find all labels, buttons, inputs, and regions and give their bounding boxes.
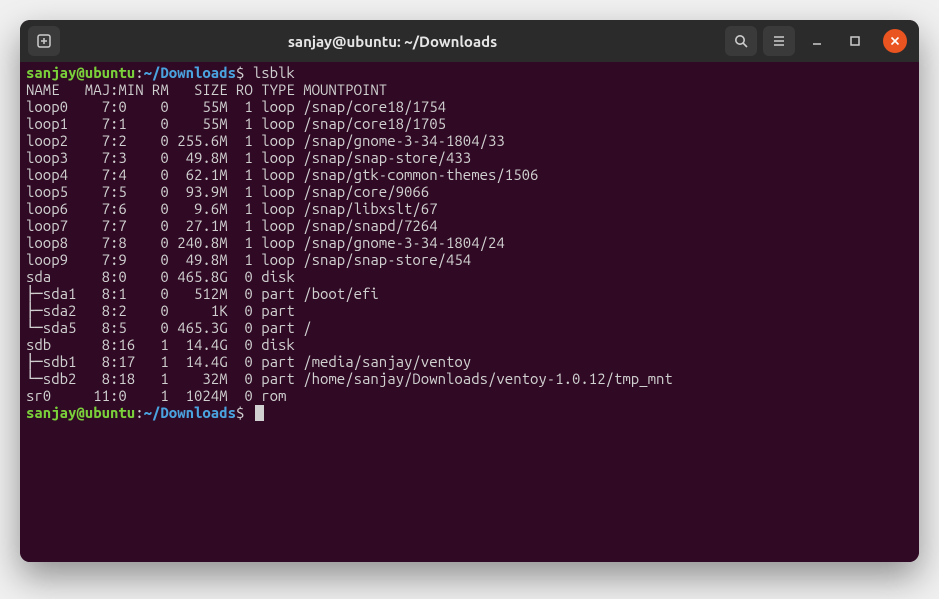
lsblk-header: NAME MAJ:MIN RM SIZE RO TYPE MOUNTPOINT	[26, 81, 913, 98]
cursor	[255, 405, 264, 421]
minimize-button[interactable]	[801, 26, 833, 56]
lsblk-row: loop9 7:9 0 49.8M 1 loop /snap/snap-stor…	[26, 251, 913, 268]
terminal-window: sanjay@ubuntu: ~/Downloads	[20, 20, 919, 562]
lsblk-row: sr0 11:0 1 1024M 0 rom	[26, 387, 913, 404]
lsblk-row: ├─sda2 8:2 0 1K 0 part	[26, 302, 913, 319]
lsblk-row: ├─sda1 8:1 0 512M 0 part /boot/efi	[26, 285, 913, 302]
menu-button[interactable]	[763, 26, 795, 56]
lsblk-row: loop1 7:1 0 55M 1 loop /snap/core18/1705	[26, 115, 913, 132]
lsblk-row: loop0 7:0 0 55M 1 loop /snap/core18/1754	[26, 98, 913, 115]
prompt-line-1: sanjay@ubuntu:~/Downloads$ lsblk	[26, 64, 913, 81]
lsblk-row: loop3 7:3 0 49.8M 1 loop /snap/snap-stor…	[26, 149, 913, 166]
lsblk-output: loop0 7:0 0 55M 1 loop /snap/core18/1754…	[26, 98, 913, 404]
lsblk-row: loop4 7:4 0 62.1M 1 loop /snap/gtk-commo…	[26, 166, 913, 183]
window-title: sanjay@ubuntu: ~/Downloads	[66, 33, 719, 50]
lsblk-row: ├─sdb1 8:17 1 14.4G 0 part /media/sanjay…	[26, 353, 913, 370]
lsblk-row: sdb 8:16 1 14.4G 0 disk	[26, 336, 913, 353]
search-button[interactable]	[725, 26, 757, 56]
lsblk-row: sda 8:0 0 465.8G 0 disk	[26, 268, 913, 285]
new-tab-button[interactable]	[28, 26, 60, 56]
prompt-line-2: sanjay@ubuntu:~/Downloads$	[26, 404, 913, 421]
command-text: lsblk	[253, 64, 295, 81]
lsblk-row: loop5 7:5 0 93.9M 1 loop /snap/core/9066	[26, 183, 913, 200]
lsblk-row: loop2 7:2 0 255.6M 1 loop /snap/gnome-3-…	[26, 132, 913, 149]
title-bar: sanjay@ubuntu: ~/Downloads	[20, 20, 919, 62]
prompt-user-host: sanjay@ubuntu	[26, 64, 135, 81]
lsblk-row: loop8 7:8 0 240.8M 1 loop /snap/gnome-3-…	[26, 234, 913, 251]
terminal-body[interactable]: sanjay@ubuntu:~/Downloads$ lsblk NAME MA…	[20, 62, 919, 562]
lsblk-row: └─sdb2 8:18 1 32M 0 part /home/sanjay/Do…	[26, 370, 913, 387]
maximize-button[interactable]	[839, 26, 871, 56]
close-button[interactable]	[883, 29, 907, 53]
lsblk-row: └─sda5 8:5 0 465.3G 0 part /	[26, 319, 913, 336]
lsblk-row: loop7 7:7 0 27.1M 1 loop /snap/snapd/726…	[26, 217, 913, 234]
lsblk-row: loop6 7:6 0 9.6M 1 loop /snap/libxslt/67	[26, 200, 913, 217]
prompt-path: ~/Downloads	[144, 64, 236, 81]
